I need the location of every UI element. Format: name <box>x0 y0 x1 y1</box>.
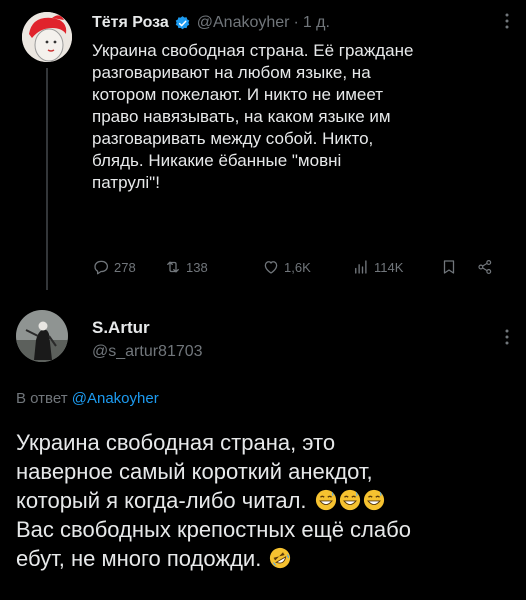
more-dots-icon[interactable] <box>504 12 510 33</box>
sweat-smile-emoji-icon <box>339 489 361 511</box>
tweet-text-line: наверное самый короткий анекдот, <box>16 459 373 484</box>
reply-mention-link[interactable]: @Anakoyher <box>72 390 159 407</box>
tweet-header: Тётя Роза @Anakoyher · 1 д. <box>92 14 506 32</box>
share-icon <box>478 260 492 274</box>
views-count: 114K <box>374 259 404 275</box>
views-button[interactable]: 114K <box>352 258 440 276</box>
like-button[interactable]: 1,6K <box>262 258 352 276</box>
bookmark-icon <box>443 260 455 274</box>
tweet-text-line: который я когда-либо читал. <box>16 488 307 513</box>
reply-to-line: В ответ @Anakoyher <box>16 390 159 407</box>
rofl-emoji-icon <box>269 547 291 569</box>
thread-line <box>46 68 48 290</box>
tweet-text: Украина свободная страна. Её граждане ра… <box>92 41 414 192</box>
views-icon <box>355 260 367 274</box>
like-count: 1,6K <box>284 259 311 275</box>
tweet-text-line: ебут, не много подожди. <box>16 546 262 571</box>
share-button[interactable] <box>476 258 506 276</box>
author-name[interactable]: S.Artur <box>92 318 150 338</box>
author-handle[interactable]: @Anakoyher <box>197 14 290 32</box>
tweet-time[interactable]: 1 д. <box>303 14 330 32</box>
sweat-smile-emoji-icon <box>315 489 337 511</box>
avatar[interactable] <box>22 12 72 62</box>
avatar[interactable] <box>16 310 68 362</box>
author-name[interactable]: Тётя Роза <box>92 14 169 32</box>
author-handle[interactable]: @s_artur81703 <box>92 343 203 361</box>
separator-dot: · <box>293 14 299 31</box>
tweet-text-line: Украина свободная страна, это <box>16 430 336 455</box>
reply-icon <box>94 260 109 275</box>
tweet-text-line: Вас свободных крепостных ещё слабо <box>16 517 411 542</box>
tweet-text: Украина свободная страна, это наверное с… <box>16 428 516 573</box>
tweet-actions: 278 138 1,6K 114K <box>92 258 512 276</box>
more-dots-icon[interactable] <box>504 328 510 349</box>
reply-button[interactable]: 278 <box>92 258 164 276</box>
sweat-smile-emoji-icon <box>363 489 385 511</box>
timeline: Тётя Роза @Anakoyher · 1 д. Украина своб… <box>0 0 526 600</box>
retweet-icon <box>167 261 179 273</box>
reply-count: 278 <box>114 259 136 275</box>
verified-badge-icon <box>174 15 191 32</box>
retweet-count: 138 <box>186 259 208 275</box>
reply-prefix: В ответ <box>16 390 68 407</box>
bookmark-button[interactable] <box>440 258 476 276</box>
heart-icon <box>264 261 278 274</box>
retweet-button[interactable]: 138 <box>164 258 262 276</box>
